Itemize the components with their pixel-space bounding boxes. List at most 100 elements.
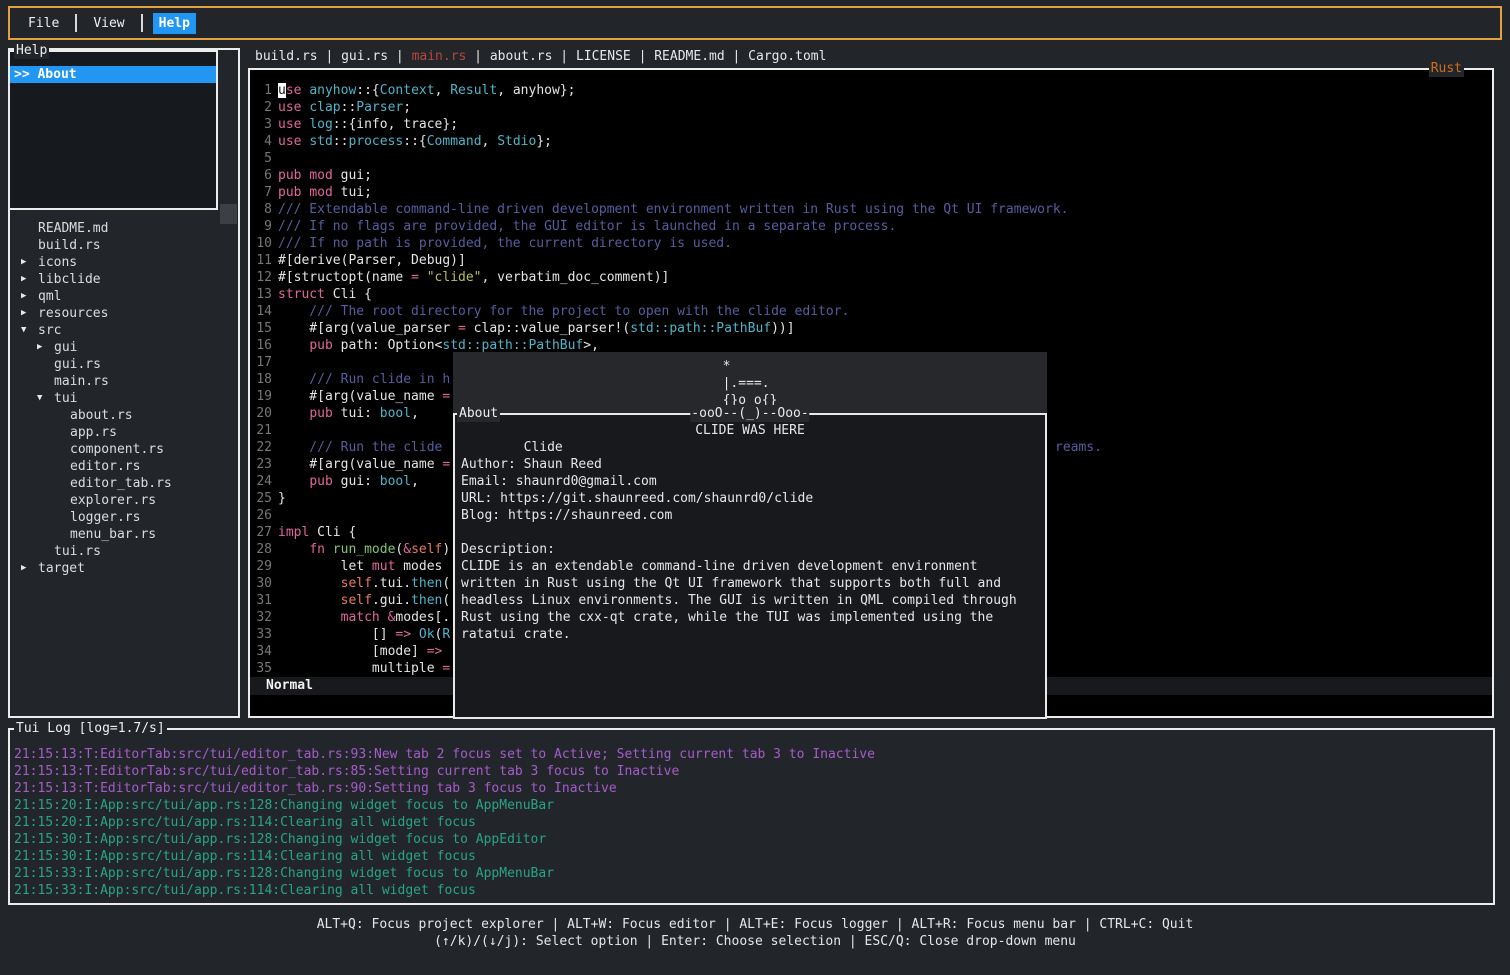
explorer-item-README.md[interactable]: README.md: [10, 220, 238, 237]
tab-gui.rs[interactable]: gui.rs: [341, 49, 388, 64]
line-number: 8: [252, 201, 272, 218]
menu-separator: [141, 14, 143, 32]
explorer-item-menu_bar.rs[interactable]: menu_bar.rs: [10, 526, 238, 543]
chevron-collapsed-icon: ▶: [21, 271, 38, 288]
line-number: 32: [252, 609, 272, 626]
explorer-item-src[interactable]: ▼src: [10, 322, 238, 339]
tree-item-label: gui: [54, 340, 77, 355]
log-entry: 21:15:20:I:App:src/tui/app.rs:128:Changi…: [14, 797, 1491, 814]
line-number: 9: [252, 218, 272, 235]
editor-tab-bar: build.rs | gui.rs | main.rs | about.rs |…: [255, 48, 826, 65]
code-text: /// Extendable command-line driven devel…: [278, 202, 1069, 217]
explorer-item-logger.rs[interactable]: logger.rs: [10, 509, 238, 526]
code-line-1: 1use anyhow::{Context, Result, anyhow};: [250, 82, 1492, 99]
line-number: 13: [252, 286, 272, 303]
explorer-item-tui.rs[interactable]: tui.rs: [10, 543, 238, 560]
code-line-4: 4use std::process::{Command, Stdio};: [250, 133, 1492, 150]
explorer-item-libclide[interactable]: ▶libclide: [10, 271, 238, 288]
line-number: 6: [252, 167, 272, 184]
tab-build.rs[interactable]: build.rs: [255, 49, 318, 64]
line-number: 3: [252, 116, 272, 133]
tree-item-label: about.rs: [70, 408, 133, 423]
line-number: 17: [252, 354, 272, 371]
code-line-9: 9/// If no flags are provided, the GUI e…: [250, 218, 1492, 235]
code-text: /// If no path is provided, the current …: [278, 236, 732, 251]
log-entry: 21:15:13:T:EditorTab:src/tui/editor_tab.…: [14, 746, 1491, 763]
code-text: /// The root directory for the project t…: [278, 304, 849, 319]
log-entry: 21:15:33:I:App:src/tui/app.rs:128:Changi…: [14, 865, 1491, 882]
log-entry: 21:15:30:I:App:src/tui/app.rs:114:Cleari…: [14, 848, 1491, 865]
menu-item-view[interactable]: View: [87, 13, 130, 34]
log-entry: 21:15:13:T:EditorTab:src/tui/editor_tab.…: [14, 763, 1491, 780]
explorer-scrollbar-thumb[interactable]: [220, 204, 237, 224]
code-text: pub gui: bool,: [278, 474, 419, 489]
about-email: Email: shaunrd0@gmail.com: [461, 473, 1039, 490]
code-line-7: 7pub mod tui;: [250, 184, 1492, 201]
tab-main.rs[interactable]: main.rs: [412, 49, 467, 64]
chevron-collapsed-icon: ▶: [21, 254, 38, 271]
line-number: 34: [252, 643, 272, 660]
line-number: 20: [252, 405, 272, 422]
tree-item-label: README.md: [38, 221, 108, 236]
tab-separator: |: [725, 49, 748, 64]
tab-README.md[interactable]: README.md: [654, 49, 724, 64]
line-number: 28: [252, 541, 272, 558]
explorer-item-editor.rs[interactable]: editor.rs: [10, 458, 238, 475]
explorer-item-gui[interactable]: ▶gui: [10, 339, 238, 356]
tree-item-label: qml: [38, 289, 61, 304]
about-dialog: * |.===. {}o o{} About -ooO--(_)--Ooo- C…: [453, 352, 1047, 719]
code-fragment-after-popup: reams.: [1055, 439, 1102, 456]
explorer-item-gui.rs[interactable]: gui.rs: [10, 356, 238, 373]
line-number: 18: [252, 371, 272, 388]
line-number: 4: [252, 133, 272, 150]
code-line-5: 5: [250, 150, 1492, 167]
editor-mode-label: Normal: [266, 678, 313, 693]
explorer-item-resources[interactable]: ▶resources: [10, 305, 238, 322]
line-number: 5: [252, 150, 272, 167]
log-entry: 21:15:20:I:App:src/tui/app.rs:114:Cleari…: [14, 814, 1491, 831]
tab-Cargo.toml[interactable]: Cargo.toml: [748, 49, 826, 64]
code-text: impl Cli {: [278, 525, 356, 540]
about-blog: Blog: https://shaunreed.com: [461, 507, 1039, 524]
editor-language-badge: Rust: [1429, 60, 1464, 77]
line-number: 14: [252, 303, 272, 320]
explorer-item-tui[interactable]: ▼tui: [10, 390, 238, 407]
explorer-item-component.rs[interactable]: component.rs: [10, 441, 238, 458]
tab-about.rs[interactable]: about.rs: [490, 49, 553, 64]
line-number: 1: [252, 82, 272, 99]
line-number: 22: [252, 439, 272, 456]
explorer-item-about.rs[interactable]: about.rs: [10, 407, 238, 424]
tree-item-label: tui: [54, 391, 77, 406]
explorer-item-qml[interactable]: ▶qml: [10, 288, 238, 305]
explorer-item-editor_tab.rs[interactable]: editor_tab.rs: [10, 475, 238, 492]
code-text: pub mod gui;: [278, 168, 372, 183]
menu-item-help[interactable]: Help: [153, 13, 196, 34]
tree-item-label: tui.rs: [54, 544, 101, 559]
about-url: URL: https://git.shaunreed.com/shaunrd0/…: [461, 490, 1039, 507]
code-line-15: 15 #[arg(value_parser = clap::value_pars…: [250, 320, 1492, 337]
about-ascii-art-band: * |.===. {}o o{}: [453, 352, 1047, 413]
explorer-item-icons[interactable]: ▶icons: [10, 254, 238, 271]
log-panel: Tui Log [log=1.7/s] 21:15:13:T:EditorTab…: [8, 728, 1495, 905]
line-number: 15: [252, 320, 272, 337]
explorer-item-main.rs[interactable]: main.rs: [10, 373, 238, 390]
file-tree: README.mdbuild.rs▶icons▶libclide▶qml▶res…: [10, 220, 238, 577]
line-number: 7: [252, 184, 272, 201]
chevron-collapsed-icon: ▶: [21, 305, 38, 322]
tree-item-label: resources: [38, 306, 108, 321]
explorer-item-build.rs[interactable]: build.rs: [10, 237, 238, 254]
explorer-item-app.rs[interactable]: app.rs: [10, 424, 238, 441]
explorer-item-explorer.rs[interactable]: explorer.rs: [10, 492, 238, 509]
menu-separator: [75, 14, 77, 32]
help-dropdown-title: Help: [14, 42, 49, 59]
line-number: 33: [252, 626, 272, 643]
chevron-collapsed-icon: ▶: [37, 339, 54, 356]
code-text: use log::{info, trace};: [278, 117, 458, 132]
menu-item-file[interactable]: File: [22, 13, 65, 34]
tab-LICENSE[interactable]: LICENSE: [576, 49, 631, 64]
code-text: pub path: Option<std::path::PathBuf>,: [278, 338, 599, 353]
explorer-item-target[interactable]: ▶target: [10, 560, 238, 577]
code-text: multiple =: [278, 661, 450, 676]
about-description: CLIDE is an extendable command-line driv…: [461, 558, 1039, 643]
help-dropdown-item-about[interactable]: >> About: [10, 66, 216, 83]
